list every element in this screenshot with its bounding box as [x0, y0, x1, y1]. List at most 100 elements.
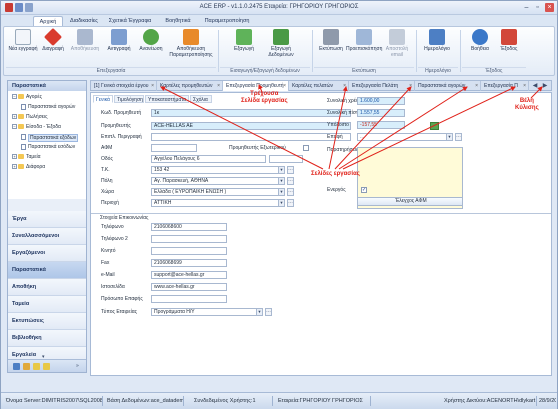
sidebar-nav-item[interactable]: Εργαζόμενοι	[8, 245, 86, 262]
calendar-button[interactable]: Ημερολόγιο	[420, 29, 454, 53]
subtab-invoicing[interactable]: Τιμολόγηση	[114, 95, 144, 103]
contact-person-field[interactable]	[151, 295, 227, 303]
supplier-code-field[interactable]: 1κ	[151, 109, 351, 117]
chevron-down-icon[interactable]: ▼	[256, 309, 262, 315]
ribbon-tab-home[interactable]: Αρχική	[33, 16, 63, 26]
close-tab-icon[interactable]: ×	[523, 81, 526, 91]
document-tab[interactable]: Καρτέλες πελατών ×	[289, 81, 349, 91]
tree-item[interactable]: + Ταμεία	[12, 154, 41, 160]
subtab-general[interactable]: Γενικά	[93, 95, 113, 103]
sidebar-nav-item[interactable]: Παραστατικά	[8, 262, 86, 279]
favorites-icon[interactable]	[33, 363, 40, 370]
sidebar-nav-item[interactable]: Βιβλιοθήκη	[8, 330, 86, 347]
tree-item[interactable]: Παραστατικά αγορών	[21, 104, 75, 110]
tree-item[interactable]: Παραστατικά εξόδων	[21, 134, 79, 142]
chevron-down-icon[interactable]: ▼	[278, 200, 284, 206]
close-icon[interactable]: ×	[545, 3, 554, 12]
chevron-down-icon[interactable]: ▼	[278, 178, 284, 184]
close-tab-icon[interactable]: ×	[217, 81, 220, 91]
copy-button[interactable]: Αντιγραφή	[104, 29, 134, 53]
city-browse-button[interactable]: …	[287, 177, 294, 185]
save-button[interactable]: Αποθήκευση	[68, 29, 102, 53]
extra-description-field[interactable]	[151, 133, 351, 141]
chevron-down-icon[interactable]: ▼	[278, 167, 284, 173]
sidebar-nav-item[interactable]: Έργα	[8, 211, 86, 228]
export-button[interactable]: Εξαγωγή	[230, 29, 258, 53]
country-browse-button[interactable]: …	[287, 188, 294, 196]
close-tab-icon[interactable]: ×	[343, 81, 346, 91]
street-number-field[interactable]	[269, 155, 303, 163]
document-tab[interactable]: [1] Γενικά στοιχεία έργου ×	[91, 81, 157, 91]
fax-field[interactable]: 2106068699	[151, 259, 227, 267]
close-tab-icon[interactable]: ×	[409, 81, 412, 91]
region-browse-button[interactable]: …	[287, 199, 294, 207]
sidebar-nav-item[interactable]: Εκτυπώσεις	[8, 313, 86, 330]
tree-item[interactable]: + Πωλήσεις	[12, 114, 48, 120]
expand-toggle-icon[interactable]: −	[12, 94, 17, 100]
sidebar-nav-item[interactable]: Ταμεία	[8, 296, 86, 313]
help-button[interactable]: Βοήθεια	[466, 29, 494, 53]
maximize-icon[interactable]: ▫	[533, 3, 542, 12]
expand-toggle-icon[interactable]: +	[12, 114, 17, 120]
refresh-balance-icon[interactable]	[430, 122, 439, 130]
tree-item[interactable]: − Είσοδα - Έξοδα	[12, 124, 61, 130]
expand-toggle-icon[interactable]: +	[12, 154, 17, 160]
tree-item[interactable]: Παραστατικά εσόδων	[21, 144, 75, 150]
send-email-button[interactable]: Αποστολή email	[382, 29, 412, 58]
check-afm-button[interactable]: Έλεγχος ΑΦΜ	[357, 197, 463, 206]
postal-code-browse-button[interactable]: …	[287, 166, 294, 174]
print-button[interactable]: Εκτύπωση	[316, 29, 346, 53]
website-field[interactable]: www.ace-hellas.gr	[151, 283, 227, 291]
sidebar-nav-item[interactable]: Αποθήκη	[8, 279, 86, 296]
supplier-name-field[interactable]: ACE-HELLAS AE	[151, 122, 351, 130]
ribbon-tab-processes[interactable]: Διαδικασίες	[65, 16, 103, 26]
scroll-left-icon[interactable]: ◀	[531, 82, 539, 90]
document-tab[interactable]: Παραστατικά αγορών ×	[415, 81, 481, 91]
close-tab-icon[interactable]: ×	[283, 81, 286, 91]
refresh-button[interactable]: Ανανέωση	[136, 29, 166, 53]
subtab-branches[interactable]: Υποκαταστήματα	[145, 95, 189, 103]
contact-browse-button[interactable]: …	[455, 133, 462, 141]
city-select[interactable]: Αγ. Παρασκευή, ΑΘΗΝΑ ▼	[151, 177, 285, 185]
phone-field[interactable]: 2106068600	[151, 223, 227, 231]
email-field[interactable]: support@ace-hellas.gr	[151, 271, 227, 279]
ribbon-tab-auxiliary[interactable]: Βοηθητικά	[159, 16, 197, 26]
export-data-button[interactable]: Εξαγωγή Δεδομένων	[262, 29, 300, 58]
scroll-right-icon[interactable]: ▶	[541, 82, 549, 90]
document-tab[interactable]: Επεξεργασία Π ×	[481, 81, 529, 91]
region-select[interactable]: ΑΤΤΙΚΗ ▼	[151, 199, 285, 207]
sidebar-nav-item[interactable]: Συναλλασσόμενοι	[8, 228, 86, 245]
tree-item[interactable]: + Διάφορα	[12, 164, 45, 170]
list-view-icon[interactable]	[13, 363, 20, 370]
chevron-down-icon[interactable]: ▼	[446, 134, 452, 140]
company-type-browse-button[interactable]: …	[265, 308, 272, 316]
ribbon-tab-parameters[interactable]: Παραμετροποίηση	[199, 16, 255, 26]
folder-icon[interactable]	[43, 363, 50, 370]
phone2-field[interactable]	[151, 235, 227, 243]
postal-code-select[interactable]: 153 42 ▼	[151, 166, 285, 174]
expand-toggle-icon[interactable]: −	[12, 124, 17, 130]
document-tab[interactable]: Καρτέλες προμηθευτών ×	[157, 81, 223, 91]
filter-icon[interactable]	[23, 363, 30, 370]
tree-item[interactable]: − Αγορές	[12, 94, 42, 100]
street-field[interactable]: Αγγέλου Πελάγους 6	[151, 155, 266, 163]
close-tab-icon[interactable]: ×	[475, 81, 478, 91]
new-record-button[interactable]: Νέα εγγραφή	[8, 29, 38, 53]
save-parameters-button[interactable]: Αποθήκευση Παραμετροποίησης	[168, 29, 214, 58]
delete-button[interactable]: Διαγραφή	[40, 27, 66, 53]
expand-toggle-icon[interactable]: +	[12, 164, 17, 170]
subtab-comments[interactable]: Σχόλια	[190, 95, 212, 103]
country-select[interactable]: Ελλάδα ( ΕΥΡΩΠΑΪΚΗ ΕΝΩΣΗ ) ▼	[151, 188, 285, 196]
document-tab[interactable]: Επεξεργασία Πελάτη ×	[349, 81, 415, 91]
company-type-select[interactable]: Προγράμματα Η/Υ ▼	[151, 308, 263, 316]
chevron-down-icon[interactable]: ▼	[278, 189, 284, 195]
mobile-field[interactable]	[151, 247, 227, 255]
document-tab[interactable]: Επεξεργασία Προμηθευτή ×	[223, 81, 289, 91]
afm-field[interactable]	[151, 144, 197, 152]
foreign-supplier-checkbox[interactable]	[303, 145, 309, 151]
close-tab-icon[interactable]: ×	[151, 81, 154, 91]
preview-button[interactable]: Προεπισκόπηση	[346, 29, 382, 53]
active-checkbox[interactable]: ✓	[361, 187, 367, 193]
contact-select[interactable]: ... ▼	[357, 133, 453, 141]
minimize-icon[interactable]: –	[522, 3, 531, 12]
